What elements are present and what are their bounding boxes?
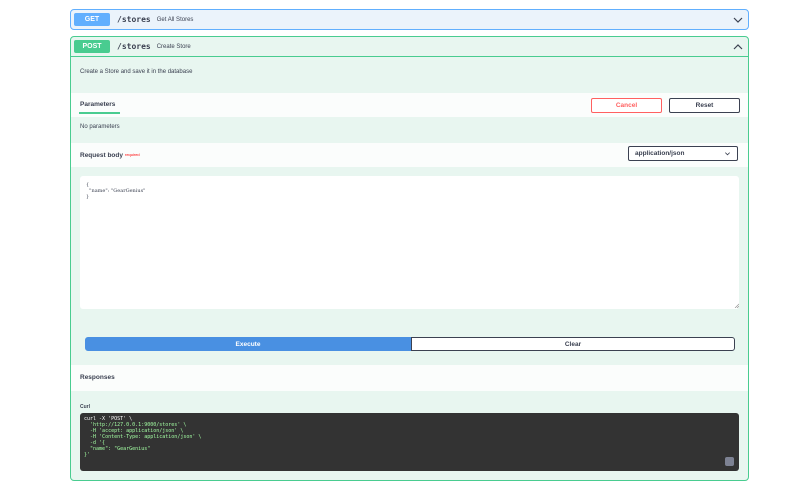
no-parameters-text: No parameters [80, 124, 120, 130]
post-stores-operation: POST /stores Create Store Create a Store… [70, 36, 749, 481]
post-summary-text: Create Store [156, 43, 191, 50]
resize-handle-icon[interactable] [734, 303, 739, 308]
copy-icon[interactable] [725, 457, 734, 466]
post-stores-summary[interactable]: POST /stores Create Store [71, 37, 748, 57]
request-body-editor[interactable]: { "name": "GearGenius" } [80, 176, 739, 309]
get-summary-text: Get All Stores [156, 16, 194, 23]
curl-label: Curl [80, 404, 90, 410]
tab-underline [79, 112, 120, 114]
content-type-select[interactable]: application/json [628, 146, 738, 161]
execute-button[interactable]: Execute [85, 337, 411, 351]
post-path: /stores [117, 42, 151, 51]
required-badge: required [124, 152, 140, 157]
chevron-up-icon[interactable] [731, 40, 745, 54]
request-body-title: Request body required [80, 152, 140, 159]
get-stores-summary[interactable]: GET /stores Get All Stores [71, 10, 748, 29]
responses-title: Responses [80, 374, 115, 381]
chevron-down-icon[interactable] [731, 13, 745, 27]
curl-command: curl -X 'POST' \ 'http://127.0.0.1:9000/… [80, 413, 739, 471]
clear-button[interactable]: Clear [411, 337, 735, 351]
get-stores-operation[interactable]: GET /stores Get All Stores [70, 9, 749, 30]
curl-line: }' [84, 452, 91, 458]
tab-parameters[interactable]: Parameters [80, 101, 115, 108]
reset-button[interactable]: Reset [669, 98, 740, 113]
chevron-down-icon [725, 152, 730, 156]
get-method-badge: GET [74, 13, 110, 26]
get-path: /stores [117, 15, 151, 24]
operation-description: Create a Store and save it in the databa… [80, 69, 193, 75]
responses-header: Responses [71, 365, 748, 391]
content-type-value: application/json [635, 150, 685, 157]
post-method-badge: POST [74, 40, 110, 53]
cancel-button[interactable]: Cancel [591, 98, 662, 113]
request-body-label: Request body [80, 152, 123, 159]
